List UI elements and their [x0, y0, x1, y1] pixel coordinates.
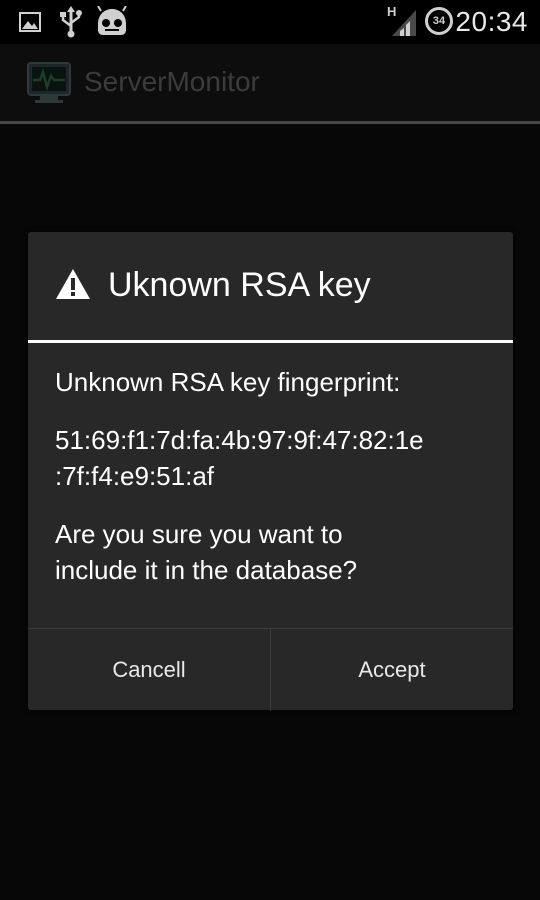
gallery-icon: [19, 12, 41, 32]
dialog-message: Unknown RSA key fingerprint: 51:69:f1:7d…: [55, 364, 495, 588]
network-type-label: H: [387, 4, 397, 19]
message-intro: Unknown RSA key fingerprint:: [55, 367, 401, 397]
dialog-title: Uknown RSA key: [108, 266, 371, 304]
warning-icon: [56, 269, 90, 299]
notification-count: 34: [432, 15, 446, 27]
question-line-1: Are you sure you want to: [55, 519, 343, 549]
rsa-key-dialog: Uknown RSA key Unknown RSA key fingerpri…: [28, 232, 513, 711]
sync-badge-icon: 34: [425, 7, 453, 35]
cyanogen-mod-icon: [97, 6, 127, 35]
dialog-title-divider: [28, 340, 513, 343]
accept-button[interactable]: Accept: [271, 629, 513, 711]
fingerprint-line-2: :7f:f4:e9:51:af: [55, 461, 215, 491]
status-bar: H 34 20:34: [0, 0, 540, 44]
dialog-button-bar: Cancell Accept: [28, 628, 513, 711]
question-line-2: include it in the database?: [55, 555, 358, 585]
fingerprint-line-1: 51:69:f1:7d:fa:4b:97:9f:47:82:1e: [55, 425, 424, 455]
usb-icon: [60, 6, 82, 38]
status-time: 20:34: [455, 6, 528, 37]
dialog-header: Uknown RSA key: [28, 232, 513, 342]
cancel-button[interactable]: Cancell: [28, 629, 270, 711]
